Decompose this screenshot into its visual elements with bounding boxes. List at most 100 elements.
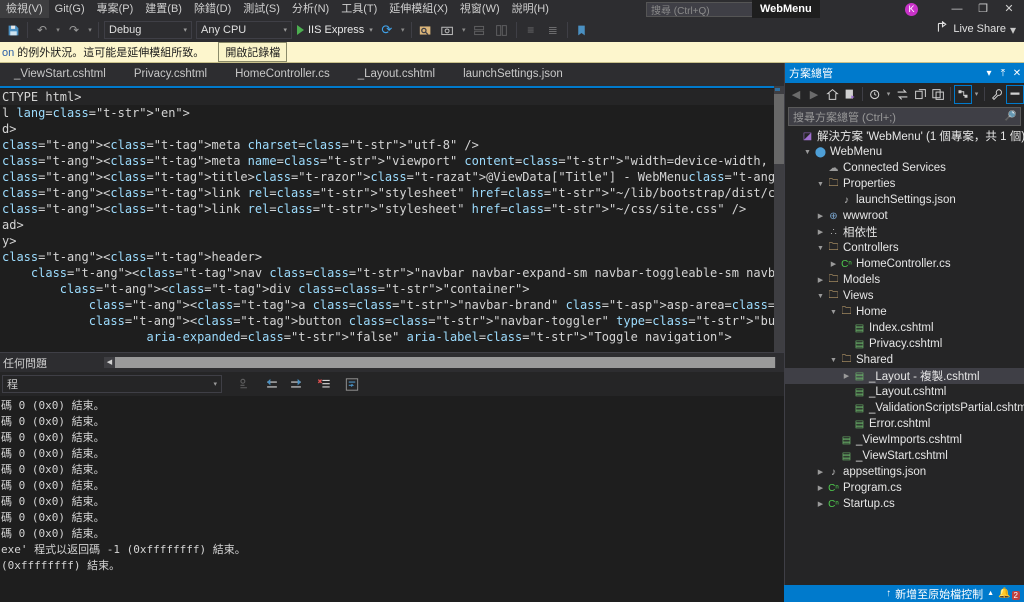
expander-expanded-icon[interactable]: ▼ bbox=[828, 309, 839, 316]
redo-dropdown-arrow[interactable]: ▾ bbox=[85, 19, 95, 41]
hot-reload-icon[interactable]: ⟳ bbox=[376, 19, 398, 41]
menu-build[interactable]: 建置(B) bbox=[139, 0, 188, 18]
go-to-next-message-icon[interactable] bbox=[286, 375, 306, 393]
go-to-previous-message-icon[interactable] bbox=[262, 375, 282, 393]
live-preview-icon[interactable] bbox=[415, 19, 437, 41]
document-tab[interactable]: Privacy.cshtml bbox=[119, 63, 222, 86]
restore-button[interactable]: ❐ bbox=[970, 0, 996, 18]
source-control-label[interactable]: 新增至原始檔控制 bbox=[895, 586, 983, 602]
panel-dropdown-icon[interactable]: ▾ bbox=[982, 68, 996, 79]
document-tab[interactable]: _ViewStart.cshtml bbox=[0, 63, 120, 86]
tree-item[interactable]: ▶ Cⁿ Startup.cs bbox=[785, 496, 1024, 512]
panel-pin-icon[interactable]: ⤒ bbox=[996, 68, 1010, 79]
undo-icon[interactable]: ↶ bbox=[31, 19, 53, 41]
pending-changes-dropdown-arrow[interactable]: ▾ bbox=[884, 85, 893, 104]
show-all-files-dropdown-arrow[interactable]: ▾ bbox=[972, 85, 981, 104]
properties-icon[interactable] bbox=[988, 85, 1006, 104]
avatar[interactable]: K bbox=[905, 3, 918, 16]
document-tab[interactable]: HomeController.cs bbox=[221, 63, 344, 86]
toolbar-overflow-icon[interactable]: ▾ bbox=[1002, 19, 1024, 41]
undo-dropdown-arrow[interactable]: ▾ bbox=[53, 19, 63, 41]
collapse-all-icon[interactable] bbox=[929, 85, 947, 104]
solution-configuration-dropdown[interactable]: Debug ▾ bbox=[104, 21, 192, 39]
tree-item[interactable]: ♪ launchSettings.json bbox=[785, 192, 1024, 208]
solution-explorer-search-box[interactable]: 搜尋方案總管 (Ctrl+;) 🔍 bbox=[788, 107, 1021, 126]
code-text[interactable]: CTYPE html> l lang=class="t-str">"en"> d> c… bbox=[0, 89, 784, 345]
tree-item[interactable]: ▤ _Layout.cshtml bbox=[785, 384, 1024, 400]
menu-analyze[interactable]: 分析(N) bbox=[286, 0, 335, 18]
screenshot-icon[interactable] bbox=[437, 19, 459, 41]
sync-with-active-document-icon[interactable] bbox=[893, 85, 911, 104]
tree-item[interactable]: ▤ Error.cshtml bbox=[785, 416, 1024, 432]
menu-view[interactable]: 檢視(V) bbox=[0, 0, 49, 18]
clear-all-icon[interactable] bbox=[314, 375, 334, 393]
save-all-icon[interactable] bbox=[2, 19, 24, 41]
chevron-down-icon[interactable]: ▾ bbox=[369, 26, 373, 34]
hot-reload-dropdown-arrow[interactable]: ▾ bbox=[398, 19, 408, 41]
home-icon[interactable] bbox=[823, 85, 841, 104]
tree-item[interactable]: ▼ 🗀 Views bbox=[785, 288, 1024, 304]
solution-tree[interactable]: ◪ 解決方案 'WebMenu' (1 個專案，共 1 個) ▼ ⬤ WebMenu ☁ C… bbox=[785, 128, 1024, 512]
tree-item[interactable]: ◪ 解決方案 'WebMenu' (1 個專案，共 1 個) bbox=[785, 128, 1024, 144]
expander-expanded-icon[interactable]: ▼ bbox=[815, 293, 826, 300]
tree-item[interactable]: ▶ 🗀 Models bbox=[785, 272, 1024, 288]
tree-item[interactable]: ▤ _ViewImports.cshtml bbox=[785, 432, 1024, 448]
notification-bell-icon[interactable]: 🔔 bbox=[998, 588, 1010, 599]
expander-collapsed-icon[interactable]: ▶ bbox=[841, 372, 852, 380]
refresh-icon[interactable] bbox=[911, 85, 929, 104]
editor-vertical-scrollbar[interactable] bbox=[774, 86, 784, 352]
error-list-horizontal-scrollbar[interactable]: ◀ bbox=[104, 357, 776, 368]
expander-expanded-icon[interactable]: ▼ bbox=[802, 149, 813, 156]
editor-scroll-thumb[interactable] bbox=[774, 94, 784, 164]
close-button[interactable]: ✕ bbox=[996, 0, 1022, 18]
output-source-dropdown[interactable]: 程 ▾ bbox=[2, 375, 222, 393]
start-debug-button[interactable]: IIS Express ▾ bbox=[294, 20, 376, 40]
bookmark-icon[interactable] bbox=[571, 19, 593, 41]
expander-collapsed-icon[interactable]: ▶ bbox=[815, 484, 826, 492]
output-text[interactable]: 碼 0 (0x0) 結束。碼 0 (0x0) 結束。碼 0 (0x0) 結束。碼… bbox=[0, 398, 784, 585]
expander-collapsed-icon[interactable]: ▶ bbox=[815, 228, 826, 236]
show-all-files-icon[interactable] bbox=[954, 84, 972, 104]
preview-selected-items-icon[interactable] bbox=[1006, 84, 1024, 104]
tree-item[interactable]: ▼ 🗀 Controllers bbox=[785, 240, 1024, 256]
menu-help[interactable]: 說明(H) bbox=[506, 0, 555, 18]
error-list-scroll-thumb[interactable] bbox=[115, 357, 775, 368]
menu-project[interactable]: 專案(P) bbox=[91, 0, 140, 18]
tree-item[interactable]: ▶ ⊕ wwwroot bbox=[785, 208, 1024, 224]
live-share-button[interactable]: Live Share bbox=[936, 20, 1006, 37]
document-tab[interactable]: launchSettings.json bbox=[449, 63, 577, 86]
tree-item[interactable]: ☁ Connected Services bbox=[785, 160, 1024, 176]
open-log-button[interactable]: 開啟記錄檔 bbox=[218, 42, 288, 62]
tree-item[interactable]: ▼ 🗀 Home bbox=[785, 304, 1024, 320]
menu-test[interactable]: 測試(S) bbox=[237, 0, 286, 18]
minimize-button[interactable]: — bbox=[944, 0, 970, 18]
pending-changes-filter-icon[interactable] bbox=[841, 85, 859, 104]
tree-item[interactable]: ▶ Cⁿ Program.cs bbox=[785, 480, 1024, 496]
expander-collapsed-icon[interactable]: ▶ bbox=[815, 212, 826, 220]
tree-item[interactable]: ▤ _ValidationScriptsPartial.cshtml bbox=[785, 400, 1024, 416]
expander-collapsed-icon[interactable]: ▶ bbox=[815, 500, 826, 508]
expander-collapsed-icon[interactable]: ▶ bbox=[815, 276, 826, 284]
tree-item[interactable]: ▼ 🗀 Shared bbox=[785, 352, 1024, 368]
screenshot-dropdown-arrow[interactable]: ▾ bbox=[459, 19, 469, 41]
pending-changes-icon[interactable] bbox=[866, 85, 884, 104]
menu-window[interactable]: 視窗(W) bbox=[454, 0, 506, 18]
tree-item[interactable]: ▶ ♪ appsettings.json bbox=[785, 464, 1024, 480]
tree-item[interactable]: ▶ ∴ 相依性 bbox=[785, 224, 1024, 240]
code-editor[interactable]: CTYPE html> l lang=class="t-str">"en"> d> c… bbox=[0, 86, 784, 352]
expander-expanded-icon[interactable]: ▼ bbox=[828, 357, 839, 364]
expander-expanded-icon[interactable]: ▼ bbox=[815, 181, 826, 188]
toggle-word-wrap-icon[interactable] bbox=[342, 375, 362, 393]
menu-extensions[interactable]: 延伸模組(X) bbox=[383, 0, 454, 18]
tree-item[interactable]: ▼ ⬤ WebMenu bbox=[785, 144, 1024, 160]
tree-item[interactable]: ▤ Index.cshtml bbox=[785, 320, 1024, 336]
caret-up-icon[interactable]: ▲ bbox=[987, 590, 994, 597]
menu-git[interactable]: Git(G) bbox=[49, 0, 91, 18]
expander-collapsed-icon[interactable]: ▶ bbox=[828, 260, 839, 268]
tree-item[interactable]: ▶ ▤ _Layout - 複製.cshtml bbox=[785, 368, 1024, 384]
tree-item[interactable]: ▤ _ViewStart.cshtml bbox=[785, 448, 1024, 464]
menu-tools[interactable]: 工具(T) bbox=[335, 0, 383, 18]
error-filter-label[interactable]: 任何問題 bbox=[0, 355, 47, 371]
tree-item[interactable]: ▼ 🗀 Properties bbox=[785, 176, 1024, 192]
document-tab[interactable]: _Layout.cshtml bbox=[343, 63, 450, 86]
